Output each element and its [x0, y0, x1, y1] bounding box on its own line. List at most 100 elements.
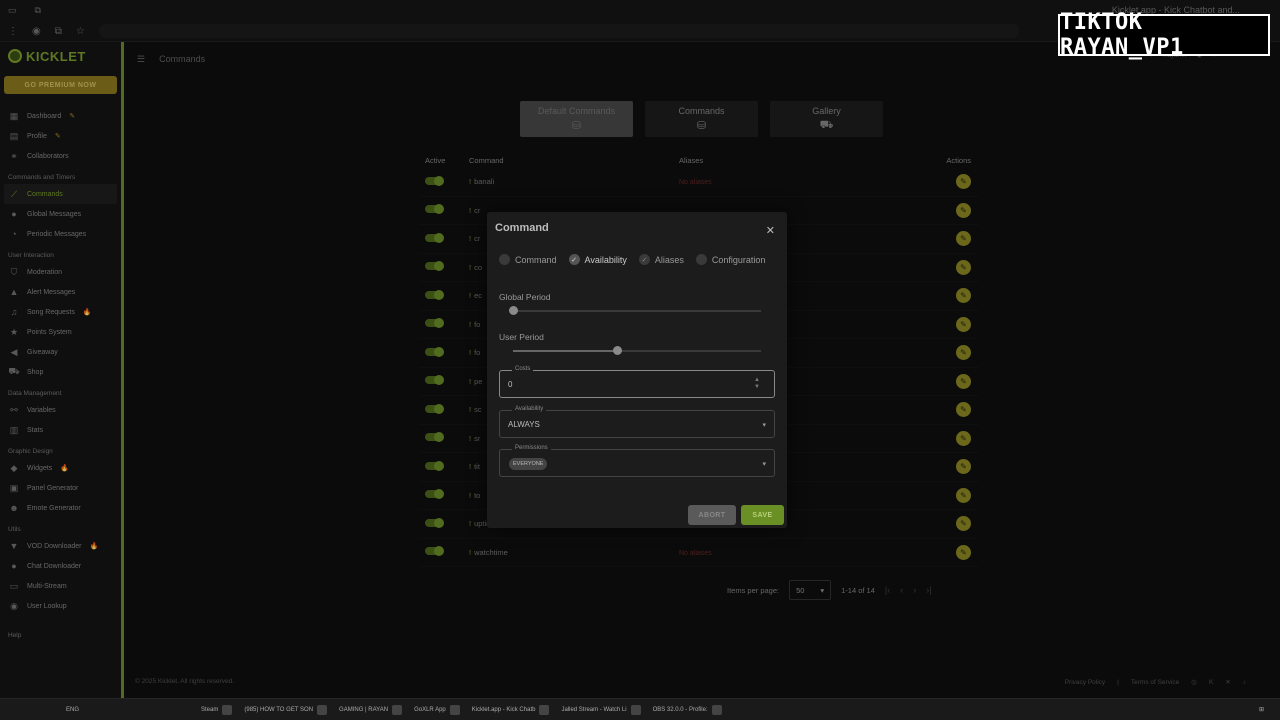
bookmark-star-icon[interactable]: ☆	[76, 26, 85, 37]
active-toggle[interactable]	[425, 175, 444, 186]
extension-icon[interactable]: ◉	[32, 26, 41, 37]
taskbar-app[interactable]: (985) HOW TO GET SON	[238, 704, 333, 715]
costs-input[interactable]: Costs 0 ▲ ▼	[499, 366, 775, 398]
edit-icon[interactable]: ✎	[956, 202, 971, 218]
user-period-thumb[interactable]	[613, 346, 623, 355]
active-toggle[interactable]	[425, 346, 444, 357]
edit-icon[interactable]: ✎	[956, 231, 971, 247]
edit-icon[interactable]: ✎	[956, 345, 971, 361]
sidebar-item-user-lookup[interactable]: ◉ User Lookup	[0, 596, 121, 616]
close-icon[interactable]: ✕	[766, 224, 775, 237]
edit-icon[interactable]: ✎	[956, 288, 971, 304]
taskbar-app[interactable]: Kicklet.app - Kick Chatb	[466, 704, 556, 715]
go-premium-button[interactable]: GO PREMIUM NOW	[4, 76, 117, 94]
edit-icon[interactable]: ✎	[956, 402, 971, 418]
taskbar-app[interactable]: Steam	[195, 704, 238, 715]
sidebar-item-multi-stream[interactable]: ▭ Multi-Stream	[0, 576, 121, 596]
sidebar-item-points-system[interactable]: ★ Points System	[0, 322, 121, 342]
sidebar-item-vod-downloader[interactable]: ▼ VOD Downloader 🔥	[0, 536, 121, 556]
active-toggle[interactable]	[425, 432, 444, 443]
tab-default-commands[interactable]: Default Commands ⛁	[520, 101, 633, 137]
first-page-icon[interactable]: |‹	[885, 585, 890, 595]
sidebar-item-collaborators[interactable]: ⚭ Collaborators	[0, 146, 121, 166]
sidebar-item-emote-generator[interactable]: ☻ Emote Generator	[0, 498, 121, 518]
tiktok-icon[interactable]: ♪	[1243, 679, 1246, 686]
sidebar-item-profile[interactable]: ▤ Profile ✎	[0, 126, 121, 146]
sidebar-item-alert-messages[interactable]: ▲ Alert Messages	[0, 282, 121, 302]
taskbar-app[interactable]: Jalled Stream - Watch Li	[555, 704, 646, 715]
active-toggle[interactable]	[425, 489, 444, 500]
sidebar-item-stats[interactable]: ▥ Stats	[0, 420, 121, 440]
active-toggle[interactable]	[425, 289, 444, 300]
copy-icon[interactable]: ⧉	[55, 26, 62, 37]
menu-dots-icon[interactable]: ⋮	[8, 26, 18, 37]
brand-logo[interactable]: KICKLET	[0, 42, 121, 70]
sidebar-item-widgets[interactable]: ◆ Widgets 🔥	[0, 458, 121, 478]
step-configuration[interactable]: Configuration	[695, 254, 765, 265]
sidebar-item-moderation[interactable]: ⛉ Moderation	[0, 262, 121, 282]
permissions-select[interactable]: Permissions EVERYONE ▾	[499, 445, 775, 477]
edit-icon[interactable]: ✎	[956, 487, 971, 503]
number-spinner-icon[interactable]: ▲ ▼	[754, 377, 760, 391]
active-toggle[interactable]	[425, 204, 444, 215]
edit-icon[interactable]: ✎	[956, 316, 971, 332]
x-icon[interactable]: ✕	[1225, 678, 1230, 686]
step-aliases[interactable]: ✓ Aliases	[638, 254, 684, 265]
sidebar-item-chat-downloader[interactable]: ● Chat Downloader	[0, 556, 121, 576]
taskbar-app[interactable]: OBS 32.0.0 - Profile:	[647, 704, 728, 715]
sidebar-item-periodic-messages[interactable]: ◔ Periodic Messages	[0, 224, 121, 244]
sidebar-item-global-messages[interactable]: ● Global Messages	[0, 204, 121, 224]
global-period-slider[interactable]	[509, 306, 761, 315]
edit-icon[interactable]: ✎	[956, 516, 971, 532]
minimize-icon[interactable]: ▭	[8, 5, 17, 16]
active-toggle[interactable]	[425, 261, 444, 272]
privacy-link[interactable]: Privacy Policy	[1065, 679, 1105, 686]
edit-icon[interactable]: ✎	[956, 459, 971, 475]
active-toggle[interactable]	[425, 403, 444, 414]
windows-start-icon[interactable]: ⊞	[1253, 706, 1270, 713]
step-command[interactable]: Command	[499, 254, 557, 265]
edit-icon[interactable]: ✎	[956, 259, 971, 275]
next-page-icon[interactable]: ›	[913, 585, 916, 595]
edit-icon[interactable]: ✎	[956, 544, 971, 560]
sidebar-item-help[interactable]: Help	[0, 624, 121, 642]
sidebar-item-song-requests[interactable]: ♫ Song Requests 🔥	[0, 302, 121, 322]
active-toggle[interactable]	[425, 546, 444, 557]
step-availability[interactable]: ✓ Availability	[568, 254, 627, 265]
language-indicator[interactable]: ENG	[60, 707, 85, 713]
tab-gallery[interactable]: Gallery ⛟	[770, 101, 883, 137]
sidebar-item-variables[interactable]: ⚯ Variables	[0, 400, 121, 420]
tab-commands[interactable]: Commands ⛁	[645, 101, 758, 137]
sidebar-item-commands[interactable]: ⟋ Commands	[4, 184, 117, 204]
global-period-thumb[interactable]	[509, 306, 518, 315]
sidebar-item-dashboard[interactable]: ▦ Dashboard ✎	[0, 106, 121, 126]
kick-icon[interactable]: K	[1209, 679, 1213, 686]
last-page-icon[interactable]: ›|	[926, 585, 931, 595]
actions-cell: ✎	[929, 231, 979, 247]
edit-icon[interactable]: ✎	[956, 430, 971, 446]
taskbar-app[interactable]: GoXLR App	[408, 704, 466, 715]
sidebar-item-panel-generator[interactable]: ▣ Panel Generator	[0, 478, 121, 498]
edit-icon[interactable]: ✎	[956, 174, 971, 190]
terms-link[interactable]: Terms of Service	[1131, 679, 1179, 686]
taskbar-app[interactable]: GAMING | RAYAN	[333, 704, 408, 715]
active-toggle[interactable]	[425, 460, 444, 471]
active-toggle[interactable]	[425, 517, 444, 528]
edit-icon[interactable]: ✎	[956, 373, 971, 389]
active-toggle[interactable]	[425, 318, 444, 329]
active-toggle[interactable]	[425, 375, 444, 386]
permission-chip[interactable]: EVERYONE	[509, 458, 548, 470]
items-per-page-select[interactable]: 50 ▾	[789, 580, 832, 600]
menu-toggle-icon[interactable]: ☰	[137, 54, 145, 65]
sidebar-item-shop[interactable]: ⛟ Shop	[0, 362, 121, 382]
active-toggle[interactable]	[425, 232, 444, 243]
save-button[interactable]: SAVE	[741, 505, 784, 525]
restore-icon[interactable]: ⧉	[35, 5, 41, 16]
sidebar-item-giveaway[interactable]: ◀ Giveaway	[0, 342, 121, 362]
user-period-slider[interactable]	[513, 346, 761, 355]
availability-select[interactable]: Availability ALWAYS ▾	[499, 406, 775, 438]
address-bar[interactable]	[98, 24, 1019, 38]
prev-page-icon[interactable]: ‹	[900, 585, 903, 595]
abort-button[interactable]: ABORT	[688, 505, 736, 525]
discord-icon[interactable]: ◎	[1191, 678, 1197, 686]
